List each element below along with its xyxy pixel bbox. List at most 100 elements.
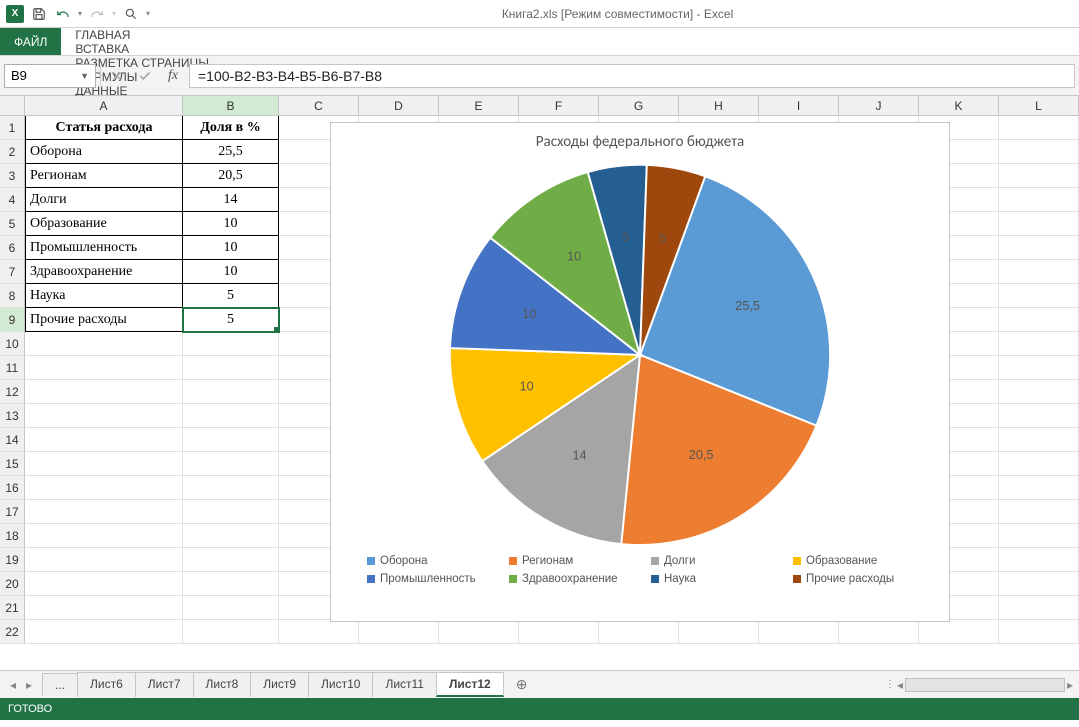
sheet-tab-Лист11[interactable]: Лист11 — [372, 672, 437, 697]
cell-A22[interactable] — [25, 620, 183, 644]
cell-L16[interactable] — [999, 476, 1079, 500]
cell-L2[interactable] — [999, 140, 1079, 164]
cell-L4[interactable] — [999, 188, 1079, 212]
cell-A13[interactable] — [25, 404, 183, 428]
cell-L1[interactable] — [999, 116, 1079, 140]
cell-L8[interactable] — [999, 284, 1079, 308]
undo-icon[interactable] — [54, 5, 72, 23]
row-header-19[interactable]: 19 — [0, 548, 25, 572]
sheet-tab-Лист10[interactable]: Лист10 — [308, 672, 373, 697]
row-header-7[interactable]: 7 — [0, 260, 25, 284]
select-all-corner[interactable] — [0, 96, 25, 115]
col-header-B[interactable]: B — [183, 96, 279, 115]
row-header-21[interactable]: 21 — [0, 596, 25, 620]
sheet-tab-Лист8[interactable]: Лист8 — [193, 672, 252, 697]
cell-A1[interactable]: Статья расхода — [25, 116, 183, 140]
cell-B1[interactable]: Доля в % — [183, 116, 279, 140]
row-header-22[interactable]: 22 — [0, 620, 25, 644]
cell-A16[interactable] — [25, 476, 183, 500]
cell-B10[interactable] — [183, 332, 279, 356]
row-header-12[interactable]: 12 — [0, 380, 25, 404]
cell-L15[interactable] — [999, 452, 1079, 476]
sheet-nav-last-icon[interactable]: ▸ — [22, 678, 36, 692]
cell-B19[interactable] — [183, 548, 279, 572]
col-header-J[interactable]: J — [839, 96, 919, 115]
cell-L10[interactable] — [999, 332, 1079, 356]
cell-A6[interactable]: Промышленность — [25, 236, 183, 260]
row-header-15[interactable]: 15 — [0, 452, 25, 476]
formula-input[interactable]: =100-B2-B3-B4-B5-B6-B7-B8 — [189, 64, 1075, 88]
cell-B17[interactable] — [183, 500, 279, 524]
row-header-17[interactable]: 17 — [0, 500, 25, 524]
enter-formula-icon[interactable] — [133, 64, 157, 88]
cell-B20[interactable] — [183, 572, 279, 596]
cell-B5[interactable]: 10 — [183, 212, 279, 236]
cell-A10[interactable] — [25, 332, 183, 356]
col-header-A[interactable]: A — [25, 96, 183, 115]
row-header-11[interactable]: 11 — [0, 356, 25, 380]
cell-H22[interactable] — [679, 620, 759, 644]
row-header-4[interactable]: 4 — [0, 188, 25, 212]
row-header-6[interactable]: 6 — [0, 236, 25, 260]
cell-K22[interactable] — [919, 620, 999, 644]
cell-A18[interactable] — [25, 524, 183, 548]
cell-A12[interactable] — [25, 380, 183, 404]
row-header-13[interactable]: 13 — [0, 404, 25, 428]
cell-A9[interactable]: Прочие расходы — [25, 308, 183, 332]
cell-J22[interactable] — [839, 620, 919, 644]
sheet-tab-ellipsis[interactable]: ... — [42, 673, 78, 696]
cell-B8[interactable]: 5 — [183, 284, 279, 308]
cell-B12[interactable] — [183, 380, 279, 404]
cell-A15[interactable] — [25, 452, 183, 476]
horizontal-scrollbar[interactable] — [905, 678, 1065, 692]
cell-L13[interactable] — [999, 404, 1079, 428]
col-header-G[interactable]: G — [599, 96, 679, 115]
cell-A5[interactable]: Образование — [25, 212, 183, 236]
row-header-9[interactable]: 9 — [0, 308, 25, 332]
cell-L18[interactable] — [999, 524, 1079, 548]
row-header-2[interactable]: 2 — [0, 140, 25, 164]
cell-B22[interactable] — [183, 620, 279, 644]
cell-D22[interactable] — [359, 620, 439, 644]
tab-вставка[interactable]: ВСТАВКА — [61, 42, 223, 56]
spreadsheet-grid[interactable]: ABCDEFGHIJKL 123456789101112131415161718… — [0, 96, 1079, 670]
col-header-E[interactable]: E — [439, 96, 519, 115]
cell-L17[interactable] — [999, 500, 1079, 524]
embedded-chart[interactable]: Расходы федерального бюджета 25,520,5141… — [330, 122, 950, 622]
col-header-H[interactable]: H — [679, 96, 759, 115]
cell-L9[interactable] — [999, 308, 1079, 332]
cell-L21[interactable] — [999, 596, 1079, 620]
cell-C22[interactable] — [279, 620, 359, 644]
row-header-1[interactable]: 1 — [0, 116, 25, 140]
cell-L5[interactable] — [999, 212, 1079, 236]
redo-icon[interactable] — [88, 5, 106, 23]
row-header-18[interactable]: 18 — [0, 524, 25, 548]
cell-L7[interactable] — [999, 260, 1079, 284]
cell-A21[interactable] — [25, 596, 183, 620]
cancel-formula-icon[interactable] — [105, 64, 129, 88]
cell-L14[interactable] — [999, 428, 1079, 452]
cell-A7[interactable]: Здравоохранение — [25, 260, 183, 284]
cell-A2[interactable]: Оборона — [25, 140, 183, 164]
cell-B7[interactable]: 10 — [183, 260, 279, 284]
col-header-I[interactable]: I — [759, 96, 839, 115]
tab-главная[interactable]: ГЛАВНАЯ — [61, 28, 223, 42]
cell-B11[interactable] — [183, 356, 279, 380]
tab-file[interactable]: ФАЙЛ — [0, 28, 61, 55]
cell-B15[interactable] — [183, 452, 279, 476]
cell-E22[interactable] — [439, 620, 519, 644]
cell-B3[interactable]: 20,5 — [183, 164, 279, 188]
row-header-10[interactable]: 10 — [0, 332, 25, 356]
fx-icon[interactable]: fx — [161, 64, 185, 88]
cell-B2[interactable]: 25,5 — [183, 140, 279, 164]
cell-A8[interactable]: Наука — [25, 284, 183, 308]
row-header-8[interactable]: 8 — [0, 284, 25, 308]
cell-B4[interactable]: 14 — [183, 188, 279, 212]
row-header-14[interactable]: 14 — [0, 428, 25, 452]
cell-B21[interactable] — [183, 596, 279, 620]
cell-L3[interactable] — [999, 164, 1079, 188]
col-header-D[interactable]: D — [359, 96, 439, 115]
scroll-right-icon[interactable]: ▸ — [1067, 678, 1073, 692]
print-preview-icon[interactable] — [122, 5, 140, 23]
cell-I22[interactable] — [759, 620, 839, 644]
